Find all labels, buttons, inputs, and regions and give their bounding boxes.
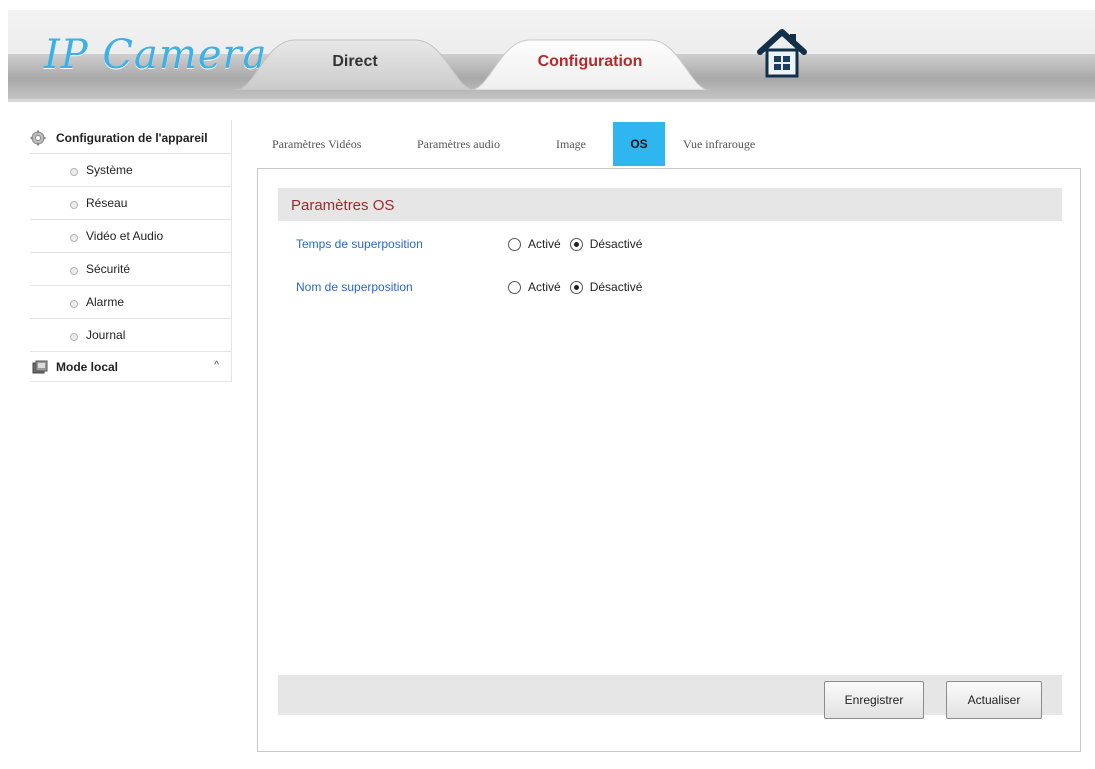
page: IP Camera Direct Configuration Configura… [0,0,1095,769]
house-icon[interactable] [756,28,808,80]
sidebar-item-systeme[interactable]: Système [30,154,232,187]
gear-icon [30,130,46,146]
bullet-icon [70,168,78,176]
save-button[interactable]: Enregistrer [824,681,924,719]
sidebar-item-reseau[interactable]: Réseau [30,187,232,220]
radio-active[interactable] [508,280,521,294]
sidebar-heading-label: Configuration de l'appareil [56,131,208,145]
sidebar: Configuration de l'appareil Système Rése… [30,120,232,382]
header-divider [8,100,1095,102]
tab-direct[interactable]: Direct [235,38,475,90]
radio-label: Activé [528,280,561,294]
tab-parametres-videos[interactable]: Paramètres Vidéos [272,122,361,166]
chevron-up-icon[interactable]: ^ [214,360,219,371]
sidebar-heading[interactable]: Configuration de l'appareil [30,120,232,154]
sidebar-item-label: Alarme [86,295,125,309]
setting-label: Nom de superposition [296,280,413,294]
bullet-icon [70,333,78,341]
sidebar-item-alarme[interactable]: Alarme [30,286,232,319]
radio-active[interactable] [508,237,521,251]
content-panel: Paramètres OS Temps de superposition Act… [257,168,1081,752]
sidebar-item-label: Journal [86,328,126,342]
tab-direct-label: Direct [332,53,378,70]
bullet-icon [70,267,78,275]
bullet-icon [70,234,78,242]
tab-configuration[interactable]: Configuration [470,38,710,90]
sidebar-item-label: Vidéo et Audio [86,229,164,243]
sidebar-item-journal[interactable]: Journal [30,319,232,352]
sidebar-item-label: Sécurité [86,262,131,276]
radio-desactive[interactable] [569,280,583,294]
sidebar-item-label: Réseau [86,196,128,210]
bullet-icon [70,201,78,209]
radio-group: Activé Désactivé [508,237,651,251]
tab-image[interactable]: Image [556,122,586,166]
action-bar: Enregistrer Actualiser [278,675,1062,719]
section-header: Paramètres OS [278,188,1062,221]
local-storage-icon [32,360,48,374]
sidebar-item-mode-local[interactable]: Mode local ^ [30,352,232,382]
tab-os[interactable]: OS [613,122,665,166]
sidebar-item-label: Système [86,163,133,177]
section-title: Paramètres OS [291,197,395,214]
tab-parametres-audio[interactable]: Paramètres audio [417,122,500,166]
radio-group: Activé Désactivé [508,280,651,294]
bullet-icon [70,300,78,308]
tab-vue-infrarouge[interactable]: Vue infrarouge [683,122,755,166]
radio-label: Désactivé [589,237,643,251]
setting-label: Temps de superposition [296,237,423,251]
radio-desactive[interactable] [569,237,583,251]
sidebar-item-securite[interactable]: Sécurité [30,253,232,286]
radio-label: Activé [528,237,561,251]
logo: IP Camera [44,32,268,78]
tab-configuration-label: Configuration [537,53,643,70]
sidebar-item-video-audio[interactable]: Vidéo et Audio [30,220,232,253]
radio-label: Désactivé [589,280,643,294]
sidebar-item-label: Mode local [56,360,119,374]
refresh-button[interactable]: Actualiser [946,681,1042,719]
